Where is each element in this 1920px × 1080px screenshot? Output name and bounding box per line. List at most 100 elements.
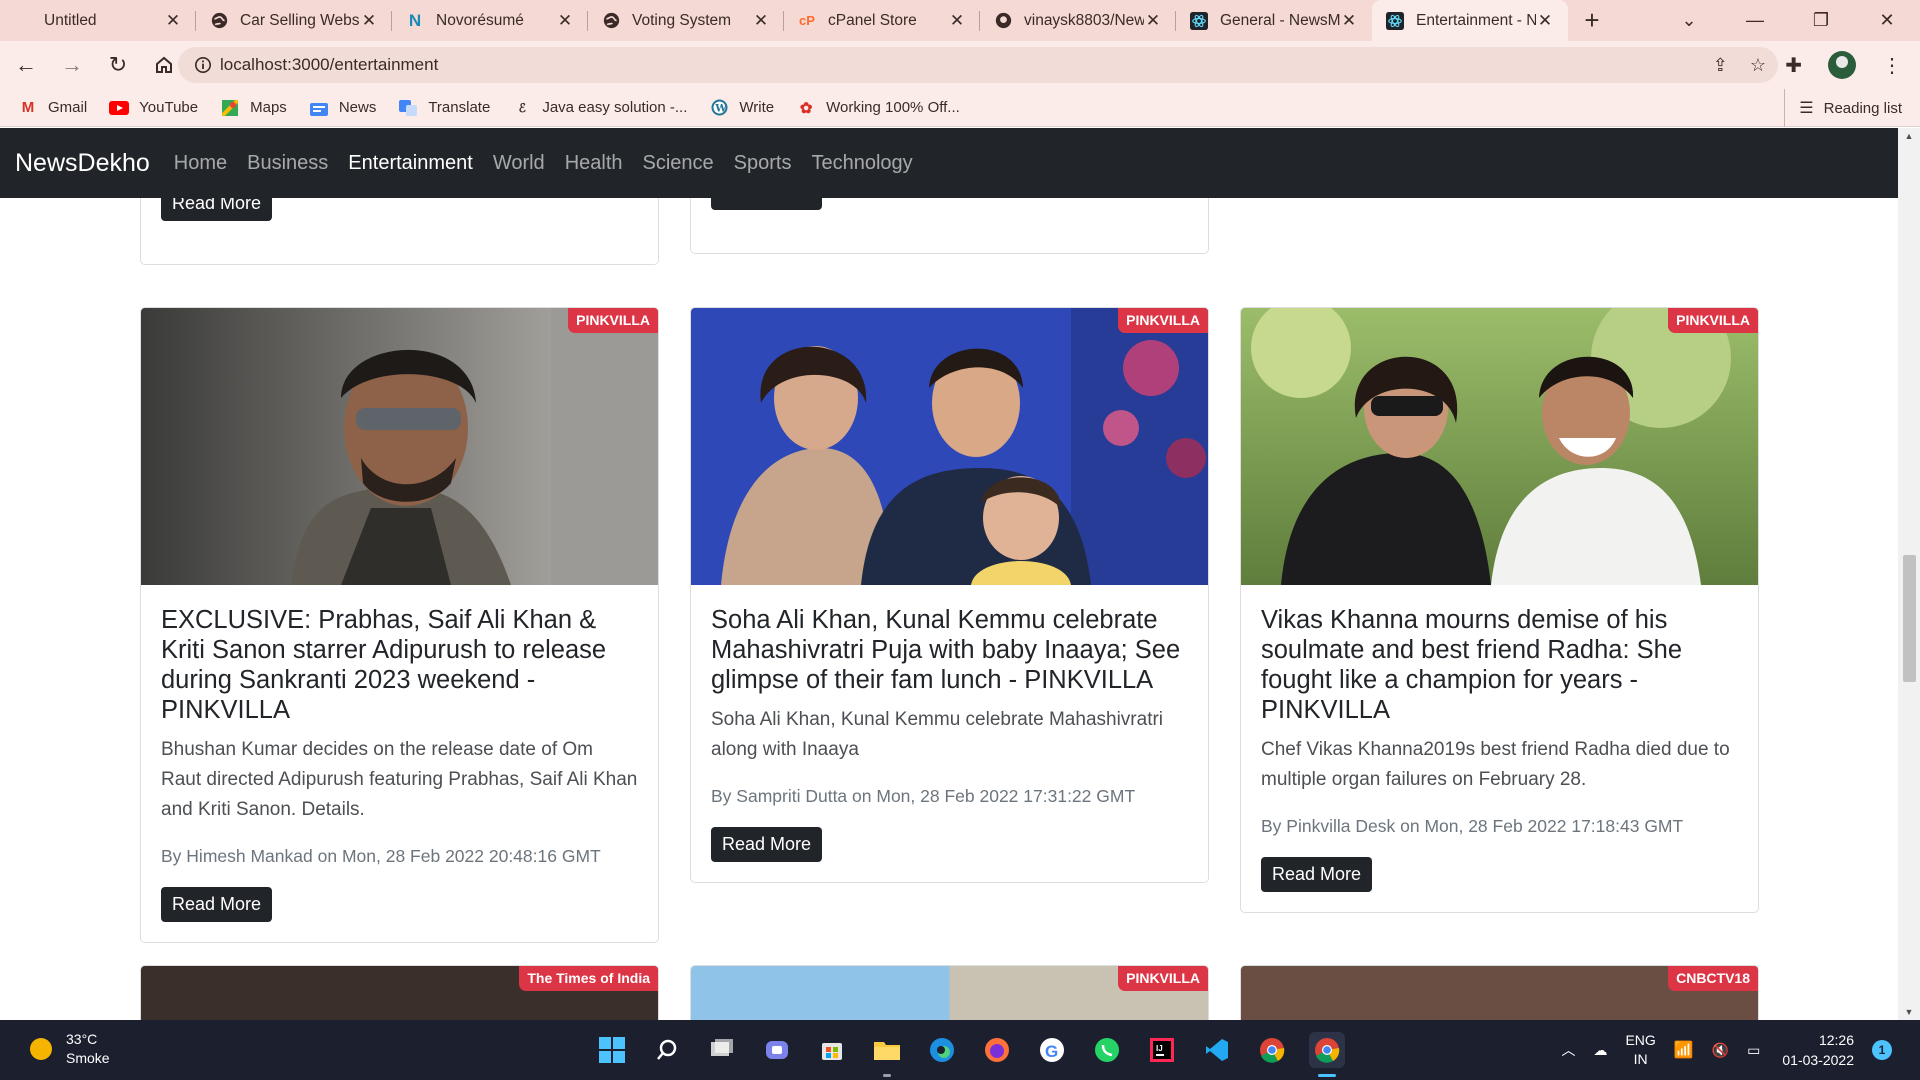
browser-toolbar: ← → ↻ localhost:3000/entertainment ⇪ ☆ ✚… — [0, 41, 1920, 89]
reload-icon[interactable]: ↻ — [98, 45, 138, 85]
scroll-up-arrow[interactable]: ▲ — [1903, 131, 1915, 141]
nav-entertainment[interactable]: Entertainment — [348, 152, 473, 175]
svg-text:G: G — [1045, 1042, 1058, 1061]
author: Pinkvilla Desk — [1286, 816, 1396, 836]
bookmark-youtube[interactable]: YouTube — [109, 99, 198, 116]
nav-technology[interactable]: Technology — [811, 152, 912, 175]
browser-tab[interactable]: Voting System ✕ — [588, 0, 784, 41]
browser-tab[interactable]: cP cPanel Store ✕ — [784, 0, 980, 41]
new-tab-button[interactable]: + — [1568, 0, 1616, 41]
close-tab-icon[interactable]: ✕ — [164, 11, 182, 31]
search-icon[interactable] — [649, 1032, 685, 1068]
back-icon[interactable]: ← — [6, 45, 46, 85]
close-window-icon[interactable]: ✕ — [1854, 0, 1920, 41]
bookmark-write[interactable]: W Write — [709, 99, 774, 116]
notification-badge[interactable]: 1 — [1872, 1040, 1892, 1060]
system-tray: ︿ ☁ ENG IN 📶 🔇 ▭ 12:26 01-03-2022 1 — [1543, 1020, 1892, 1080]
news-image: CNBCTV18 — [1241, 966, 1758, 1020]
close-tab-icon[interactable]: ✕ — [1340, 11, 1358, 31]
read-more-button[interactable]: Read More — [711, 827, 823, 862]
extensions-icon[interactable]: ✚ — [1785, 53, 1802, 78]
weather-widget[interactable]: 33°C Smoke — [30, 1030, 110, 1068]
bookmark-star-icon[interactable]: ☆ — [1750, 55, 1766, 76]
minimize-icon[interactable]: — — [1722, 0, 1788, 41]
published-date: Mon, 28 Feb 2022 17:31:22 GMT — [876, 786, 1136, 806]
firefox-icon[interactable] — [979, 1032, 1015, 1068]
bookmark-news[interactable]: News — [309, 99, 376, 116]
forward-icon[interactable]: → — [52, 45, 92, 85]
close-tab-icon[interactable]: ✕ — [556, 11, 574, 31]
nav-science[interactable]: Science — [643, 152, 714, 175]
card-title: Vikas Khanna mourns demise of his soulma… — [1261, 606, 1683, 724]
address-bar[interactable]: localhost:3000/entertainment ⇪ ☆ — [178, 47, 1778, 83]
card-byline: By Himesh Mankad on Mon, 28 Feb 2022 20:… — [161, 846, 601, 866]
chrome-icon[interactable] — [1254, 1032, 1290, 1068]
bookmark-maps[interactable]: Maps — [220, 99, 287, 116]
restore-icon[interactable]: ❐ — [1788, 0, 1854, 41]
globe-icon — [210, 12, 228, 30]
vscode-icon[interactable] — [1199, 1032, 1235, 1068]
start-windows-icon[interactable] — [594, 1032, 630, 1068]
reading-list-button[interactable]: ☰ Reading list — [1784, 89, 1902, 127]
close-tab-icon[interactable]: ✕ — [752, 11, 770, 31]
battery-icon[interactable]: ▭ — [1747, 1042, 1760, 1059]
read-more-button[interactable]: Read More — [1261, 857, 1373, 892]
task-view-icon[interactable] — [704, 1032, 740, 1068]
card-description: Chef Vikas Khanna2019s best friend Radha… — [1261, 739, 1730, 790]
chevron-up-icon[interactable]: ︿ — [1561, 1040, 1575, 1060]
store-icon[interactable] — [814, 1032, 850, 1068]
svg-text:W: W — [714, 104, 727, 115]
news-image: PINKVILLA — [141, 308, 658, 585]
bookmark-translate[interactable]: Translate — [398, 99, 490, 116]
google-icon[interactable]: G — [1034, 1032, 1070, 1068]
profile-avatar[interactable] — [1828, 51, 1856, 79]
browser-tab[interactable]: N Novorésumé ✕ — [392, 0, 588, 41]
nav-health[interactable]: Health — [565, 152, 623, 175]
youtube-icon — [109, 100, 130, 116]
menu-icon[interactable]: ⋮ — [1882, 53, 1902, 78]
cpanel-icon: cP — [799, 13, 815, 28]
github-icon — [994, 12, 1012, 30]
chrome-profile-icon[interactable] — [1308, 1032, 1345, 1077]
globe-icon — [602, 12, 620, 30]
news-card: PINKVILLA Vikas Khanna mourns demise of … — [1240, 307, 1759, 913]
close-tab-icon[interactable]: ✕ — [1536, 11, 1554, 31]
nav-home[interactable]: Home — [174, 152, 227, 175]
edge-icon[interactable] — [924, 1032, 960, 1068]
read-more-button[interactable]: Read More — [161, 887, 273, 922]
close-tab-icon[interactable]: ✕ — [1144, 11, 1162, 31]
clock[interactable]: 12:26 01-03-2022 — [1782, 1030, 1854, 1070]
browser-tab[interactable]: vinaysk8803/New ✕ — [980, 0, 1176, 41]
page-scrollbar[interactable]: ▲ ▼ — [1898, 128, 1920, 1020]
whatsapp-icon[interactable] — [1089, 1032, 1125, 1068]
nav-sports[interactable]: Sports — [734, 152, 792, 175]
file-explorer-icon[interactable] — [869, 1032, 905, 1077]
volume-muted-icon[interactable]: 🔇 — [1712, 1042, 1729, 1059]
language-indicator[interactable]: ENG IN — [1625, 1031, 1655, 1069]
close-tab-icon[interactable]: ✕ — [360, 11, 378, 31]
browser-tab[interactable]: General - NewsM ✕ — [1176, 0, 1372, 41]
teams-chat-icon[interactable] — [759, 1032, 795, 1068]
offer-icon: ✿ — [799, 99, 813, 117]
browser-tab[interactable]: Car Selling Websi ✕ — [196, 0, 392, 41]
nav-business[interactable]: Business — [247, 152, 328, 175]
close-tab-icon[interactable]: ✕ — [948, 11, 966, 31]
browser-tab-active[interactable]: Entertainment - N ✕ — [1372, 0, 1568, 41]
bookmark-offer[interactable]: ✿ Working 100% Off... — [796, 99, 960, 117]
bookmark-gmail[interactable]: M Gmail — [18, 99, 87, 116]
novoresume-icon: N — [408, 10, 422, 30]
site-info-icon[interactable] — [186, 56, 220, 74]
url-text[interactable]: localhost:3000/entertainment — [220, 55, 438, 75]
onedrive-icon[interactable]: ☁ — [1593, 1042, 1607, 1059]
wifi-icon[interactable]: 📶 — [1674, 1040, 1694, 1060]
bookmark-java[interactable]: ℰ Java easy solution -... — [512, 99, 688, 116]
scroll-down-arrow[interactable]: ▼ — [1903, 1007, 1915, 1017]
scrollbar-thumb[interactable] — [1903, 555, 1916, 682]
author: Himesh Mankad — [186, 846, 313, 866]
intellij-icon[interactable]: IJ — [1144, 1032, 1180, 1068]
site-brand[interactable]: NewsDekho — [15, 149, 150, 178]
browser-tab[interactable]: Untitled ✕ — [0, 0, 196, 41]
share-icon[interactable]: ⇪ — [1713, 55, 1728, 76]
tab-search-icon[interactable]: ⌄ — [1656, 0, 1722, 41]
nav-world[interactable]: World — [493, 152, 545, 175]
